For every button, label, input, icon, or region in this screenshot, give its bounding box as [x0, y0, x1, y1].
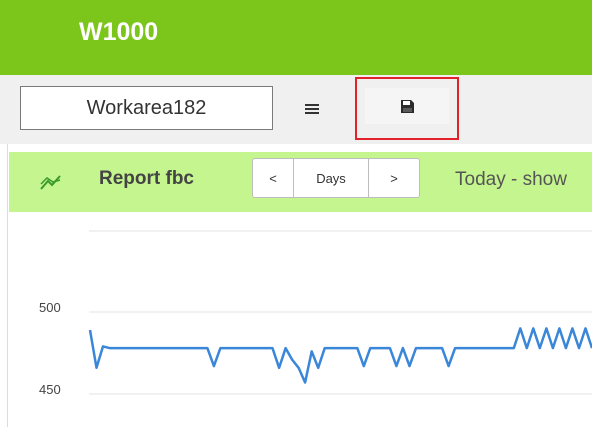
save-button[interactable] [365, 88, 449, 124]
period-navigator: < Days > [252, 158, 420, 198]
app-title: W1000 [79, 18, 159, 46]
report-chart: 500 450 [9, 212, 592, 427]
report-header: Report fbc < Days > Today - show [9, 152, 592, 212]
series-line [88, 327, 592, 384]
app-header: W1000 [0, 0, 592, 75]
period-select[interactable]: Days [294, 159, 369, 197]
range-text: Today - show [455, 169, 567, 190]
panel-border [7, 144, 8, 427]
menu-button[interactable] [292, 92, 332, 126]
workarea-selector[interactable]: Workarea182 [20, 86, 273, 130]
report-title: Report fbc [99, 168, 194, 189]
y-tick-label: 450 [39, 382, 61, 397]
hamburger-menu-icon [305, 104, 319, 114]
floppy-disk-icon [400, 99, 414, 113]
y-tick-label: 500 [39, 300, 61, 315]
prev-period-button[interactable]: < [253, 159, 294, 197]
save-button-highlight [355, 77, 459, 140]
line-chart-icon [40, 175, 61, 190]
next-period-button[interactable]: > [369, 159, 419, 197]
line-chart: 500 450 [39, 230, 592, 397]
